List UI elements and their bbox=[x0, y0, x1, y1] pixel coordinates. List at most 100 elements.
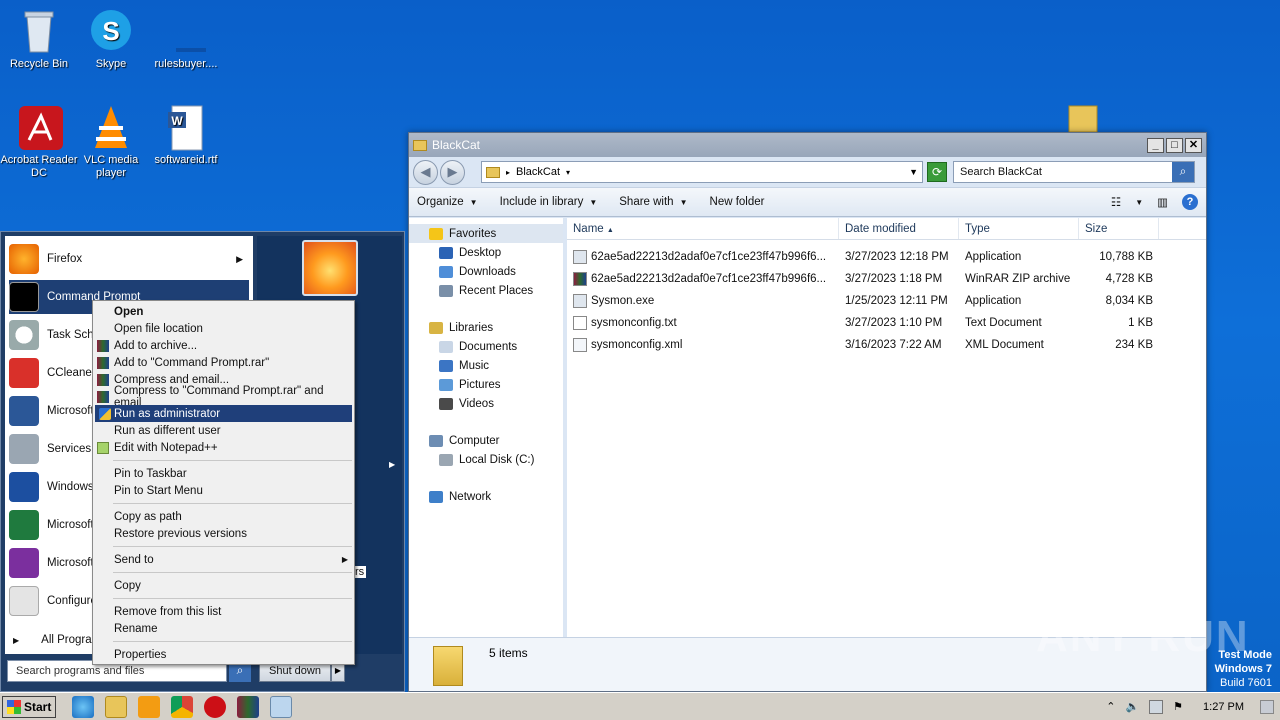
opera-icon[interactable] bbox=[204, 695, 226, 718]
media-player-icon[interactable] bbox=[138, 695, 160, 718]
nav-music[interactable]: Music bbox=[409, 356, 563, 375]
address-bar[interactable]: ▸ BlackCat ▾ ▼ bbox=[481, 161, 923, 183]
all-programs[interactable]: ▶ All Progra bbox=[13, 634, 92, 646]
file-icon bbox=[162, 8, 210, 56]
menu-add-to-archive[interactable]: Add to archive... bbox=[93, 337, 354, 354]
help-icon[interactable]: ? bbox=[1182, 194, 1198, 210]
nav-computer[interactable]: Computer bbox=[409, 431, 563, 450]
nav-favorites[interactable]: Favorites bbox=[409, 224, 563, 243]
nav-documents[interactable]: Documents bbox=[409, 337, 563, 356]
menu-pin-to-start-menu[interactable]: Pin to Start Menu bbox=[93, 482, 354, 499]
nav-downloads[interactable]: Downloads bbox=[409, 262, 563, 281]
word-icon bbox=[9, 396, 39, 426]
menu-open[interactable]: Open bbox=[93, 303, 354, 320]
menu-compress-to-rar-and-email[interactable]: Compress to "Command Prompt.rar" and ema… bbox=[93, 385, 354, 409]
back-button[interactable]: ◀ bbox=[413, 159, 438, 185]
ccleaner-icon bbox=[9, 358, 39, 388]
show-desktop-button[interactable] bbox=[1260, 699, 1274, 714]
music-icon bbox=[439, 359, 453, 372]
close-button[interactable]: ✕ bbox=[1185, 137, 1202, 153]
network-tray-icon[interactable] bbox=[1149, 699, 1164, 714]
volume-icon[interactable]: 🔈 bbox=[1125, 700, 1139, 713]
chrome-icon[interactable] bbox=[171, 695, 193, 718]
address-dropdown-icon[interactable]: ▼ bbox=[909, 167, 918, 177]
menu-run-as-administrator[interactable]: Run as administrator bbox=[95, 405, 352, 422]
desktop-icon-skype[interactable]: S Skype bbox=[72, 8, 150, 71]
chevron-right-icon[interactable]: ▶ bbox=[389, 460, 395, 469]
nav-local-disk[interactable]: Local Disk (C:) bbox=[409, 450, 563, 469]
file-size: 234 KB bbox=[1115, 339, 1153, 351]
column-size[interactable]: Size bbox=[1079, 218, 1159, 239]
action-center-flag-icon[interactable]: ⚑ bbox=[1173, 700, 1183, 713]
menu-properties[interactable]: Properties bbox=[93, 646, 354, 663]
desktop-icon-recycle-bin[interactable]: Recycle Bin bbox=[0, 8, 78, 71]
file-name: sysmonconfig.xml bbox=[591, 339, 683, 351]
svg-text:W: W bbox=[171, 114, 183, 128]
nav-desktop[interactable]: Desktop bbox=[409, 243, 563, 262]
menu-remove-from-this-list[interactable]: Remove from this list bbox=[93, 603, 354, 620]
menu-label: Pin to Taskbar bbox=[114, 467, 187, 480]
nav-recent-places[interactable]: Recent Places bbox=[409, 281, 563, 300]
winrar-icon[interactable] bbox=[237, 695, 259, 718]
pictures-icon bbox=[439, 378, 453, 391]
start-button[interactable]: Start bbox=[2, 695, 56, 718]
user-avatar[interactable] bbox=[302, 240, 358, 296]
new-folder-button[interactable]: New folder bbox=[710, 196, 765, 208]
menu-run-as-different-user[interactable]: Run as different user bbox=[93, 422, 354, 439]
maximize-button[interactable]: □ bbox=[1166, 137, 1183, 153]
menu-label: Copy as path bbox=[114, 510, 182, 523]
menu-open-file-location[interactable]: Open file location bbox=[93, 320, 354, 337]
system-tray: ⌃ 🔈 ⚑ 1:27 PM bbox=[1106, 699, 1274, 714]
menu-rename[interactable]: Rename bbox=[93, 620, 354, 637]
menu-label: Edit with Notepad++ bbox=[114, 441, 218, 454]
internet-explorer-icon[interactable] bbox=[72, 695, 94, 718]
chevron-down-icon[interactable]: ▼ bbox=[1135, 198, 1143, 207]
column-name[interactable]: Name ▲ bbox=[567, 218, 839, 239]
menu-add-to-rar[interactable]: Add to "Command Prompt.rar" bbox=[93, 354, 354, 371]
file-row[interactable]: sysmonconfig.xml 3/16/2023 7:22 AM XML D… bbox=[567, 334, 1206, 356]
minimize-button[interactable]: _ bbox=[1147, 137, 1164, 153]
explorer-taskbar-icon[interactable] bbox=[105, 695, 127, 718]
menu-restore-previous-versions[interactable]: Restore previous versions bbox=[93, 525, 354, 542]
refresh-icon[interactable]: ⟳ bbox=[927, 162, 947, 182]
column-type[interactable]: Type bbox=[959, 218, 1079, 239]
desktop-icon-acrobat[interactable]: Acrobat Reader DC bbox=[0, 104, 78, 180]
title-bar[interactable]: BlackCat _ □ ✕ bbox=[409, 133, 1206, 157]
preview-pane-icon[interactable]: ▥ bbox=[1157, 195, 1168, 209]
file-row[interactable]: Sysmon.exe 1/25/2023 12:11 PM Applicatio… bbox=[567, 290, 1206, 312]
clock[interactable]: 1:27 PM bbox=[1203, 701, 1244, 713]
desktop-icon-vlc[interactable]: VLC media player bbox=[72, 104, 150, 180]
nav-network[interactable]: Network bbox=[409, 487, 563, 506]
menu-copy[interactable]: Copy bbox=[93, 577, 354, 594]
start-item-firefox[interactable]: Firefox ▶ bbox=[9, 242, 249, 276]
include-in-library-button[interactable]: Include in library ▼ bbox=[500, 196, 598, 208]
menu-send-to[interactable]: Send to ▶ bbox=[93, 551, 354, 568]
menu-edit-with-notepad-plus-plus[interactable]: Edit with Notepad++ bbox=[93, 439, 354, 456]
file-row[interactable]: 62ae5ad22213d2adaf0e7cf1ce23ff47b996f6..… bbox=[567, 268, 1206, 290]
search-input[interactable]: Search BlackCat ⌕ bbox=[953, 161, 1195, 183]
vlc-icon bbox=[87, 104, 135, 152]
view-options-icon[interactable]: ☷ bbox=[1111, 195, 1121, 209]
file-row[interactable]: 62ae5ad22213d2adaf0e7cf1ce23ff47b996f6..… bbox=[567, 246, 1206, 268]
desktop-folder-icon[interactable] bbox=[1066, 104, 1100, 134]
watermark-line3: Build 7601 bbox=[1220, 677, 1272, 689]
organize-button[interactable]: Organize ▼ bbox=[417, 196, 478, 208]
search-icon[interactable]: ⌕ bbox=[1172, 162, 1194, 182]
menu-pin-to-taskbar[interactable]: Pin to Taskbar bbox=[93, 465, 354, 482]
desktop-icon-softwareid[interactable]: W softwareid.rtf bbox=[147, 104, 225, 167]
file-row[interactable]: sysmonconfig.txt 3/27/2023 1:10 PM Text … bbox=[567, 312, 1206, 334]
nav-pictures[interactable]: Pictures bbox=[409, 375, 563, 394]
share-with-button[interactable]: Share with ▼ bbox=[619, 196, 687, 208]
nav-libraries[interactable]: Libraries bbox=[409, 318, 563, 337]
nav-label: Downloads bbox=[459, 265, 516, 278]
chevron-down-icon[interactable]: ▾ bbox=[566, 168, 570, 177]
file-type: Application bbox=[965, 295, 1022, 307]
desktop-icon-rulesbuyer[interactable]: rulesbuyer.... bbox=[147, 8, 225, 71]
notepad-icon[interactable] bbox=[270, 695, 292, 718]
forward-button[interactable]: ▶ bbox=[440, 159, 465, 185]
nav-videos[interactable]: Videos bbox=[409, 394, 563, 413]
column-date-modified[interactable]: Date modified bbox=[839, 218, 959, 239]
show-hidden-icons-icon[interactable]: ⌃ bbox=[1106, 700, 1115, 713]
nav-label: Favorites bbox=[449, 227, 497, 240]
menu-copy-as-path[interactable]: Copy as path bbox=[93, 508, 354, 525]
